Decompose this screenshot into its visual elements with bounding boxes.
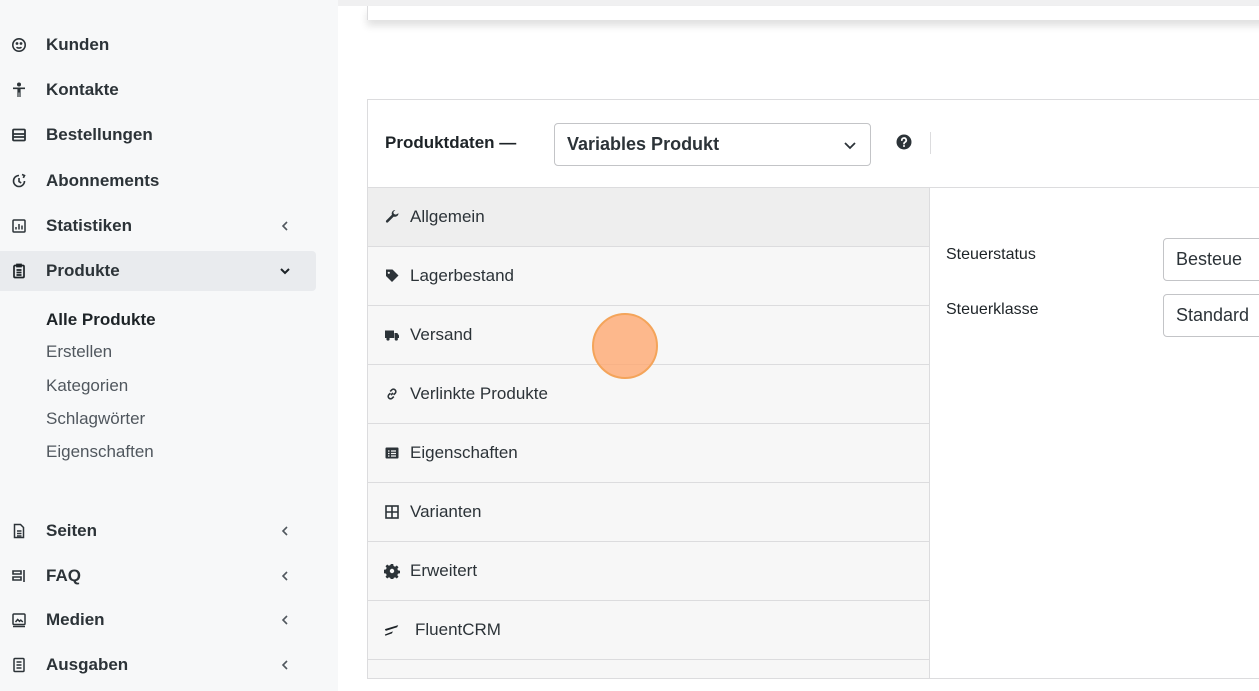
sidebar-item-kontakte[interactable]: Kontakte xyxy=(0,70,316,110)
tab-eigenschaften[interactable]: Eigenschaften xyxy=(368,424,929,483)
wrench-icon xyxy=(383,208,401,226)
submenu-item-alle-produkte[interactable]: Alle Produkte xyxy=(46,310,156,330)
sidebar-item-medien[interactable]: Medien xyxy=(0,600,316,640)
sidebar-item-bestellungen[interactable]: Bestellungen xyxy=(0,115,316,155)
sidebar-item-label: FAQ xyxy=(46,566,81,585)
sidebar-item-label: Statistiken xyxy=(46,216,132,235)
tab-versand[interactable]: Versand xyxy=(368,306,929,365)
sidebar-item-kunden[interactable]: Kunden xyxy=(0,25,316,65)
product-type-value: Variables Produkt xyxy=(567,134,720,154)
product-data-metabox: Produktdaten — Variables Produkt Allgeme… xyxy=(367,99,1259,679)
product-type-select[interactable]: Variables Produkt xyxy=(554,123,871,166)
main-content: Produktdaten — Variables Produkt Allgeme… xyxy=(338,0,1259,691)
chevron-left-icon xyxy=(278,656,292,674)
tab-label: Versand xyxy=(410,325,473,344)
tab-label: Lagerbestand xyxy=(410,266,514,285)
tax-status-value: Besteue xyxy=(1176,249,1243,269)
sidebar-item-produkte[interactable]: Produkte xyxy=(0,251,316,291)
chevron-left-icon xyxy=(278,217,292,235)
tab-label: Eigenschaften xyxy=(410,443,518,462)
header-divider xyxy=(930,132,931,154)
sidebar-item-abonnements[interactable]: Abonnements xyxy=(0,161,316,201)
tab-erweitert[interactable]: Erweitert xyxy=(368,542,929,601)
subscriptions-icon xyxy=(9,171,29,191)
orders-icon xyxy=(9,125,29,145)
chevron-left-icon xyxy=(278,522,292,540)
tax-status-select[interactable]: Besteue xyxy=(1163,238,1259,281)
media-icon xyxy=(9,610,29,630)
page-icon xyxy=(9,521,29,541)
sidebar-item-statistiken[interactable]: Statistiken xyxy=(0,206,316,246)
expenses-icon xyxy=(9,655,29,675)
previous-metabox-edge xyxy=(367,6,1259,20)
chevron-down-icon xyxy=(844,142,856,150)
chevron-left-icon xyxy=(278,611,292,629)
tab-label: Varianten xyxy=(410,502,482,521)
submenu-item-eigenschaften[interactable]: Eigenschaften xyxy=(46,442,154,462)
tab-verlinkte-produkte[interactable]: Verlinkte Produkte xyxy=(368,365,929,424)
tab-lagerbestand[interactable]: Lagerbestand xyxy=(368,247,929,306)
tax-class-value: Standard xyxy=(1176,305,1250,325)
link-icon xyxy=(383,385,401,403)
submenu-item-erstellen[interactable]: Erstellen xyxy=(46,342,112,362)
fluentcrm-icon xyxy=(383,621,401,639)
grid-icon xyxy=(383,503,401,521)
tab-fluentcrm[interactable]: FluentCRM xyxy=(368,601,929,660)
faq-icon xyxy=(9,566,29,586)
sidebar-item-label: Medien xyxy=(46,610,105,629)
list-icon xyxy=(383,444,401,462)
sidebar-item-label: Bestellungen xyxy=(46,125,153,144)
sidebar-item-label: Abonnements xyxy=(46,171,160,190)
gear-icon xyxy=(383,562,401,580)
tag-icon xyxy=(383,267,401,285)
tab-label: Verlinkte Produkte xyxy=(410,384,548,403)
tab-label: FluentCRM xyxy=(415,620,501,639)
person-icon xyxy=(9,80,29,100)
submenu-item-kategorien[interactable]: Kategorien xyxy=(46,376,128,396)
product-icon xyxy=(9,261,29,281)
product-data-header: Produktdaten — Variables Produkt xyxy=(368,100,1259,188)
sidebar-item-faq[interactable]: FAQ xyxy=(0,556,316,596)
sidebar-item-label: Kunden xyxy=(46,35,110,54)
chevron-down-icon xyxy=(278,262,292,280)
chevron-left-icon xyxy=(278,567,292,585)
tax-class-select[interactable]: Standard xyxy=(1163,294,1259,337)
general-fields: Steuerstatus Besteue Steuerklasse Standa… xyxy=(930,188,1259,678)
sidebar-item-label: Kontakte xyxy=(46,80,119,99)
submenu-item-schlagwoerter[interactable]: Schlagwörter xyxy=(46,409,145,429)
product-data-title: Produktdaten — xyxy=(385,133,517,152)
question-circle-icon[interactable] xyxy=(896,134,912,150)
sidebar-item-ausgaben[interactable]: Ausgaben xyxy=(0,645,316,685)
product-data-tabs: Allgemein Lagerbestand Versand Verlinkte… xyxy=(368,188,930,678)
tab-label: Allgemein xyxy=(410,207,485,226)
sidebar-item-label: Ausgaben xyxy=(46,655,129,674)
customers-icon xyxy=(9,35,29,55)
sidebar-item-seiten[interactable]: Seiten xyxy=(0,511,316,551)
truck-icon xyxy=(383,326,401,344)
tax-class-label: Steuerklasse xyxy=(946,301,1039,318)
chart-icon xyxy=(9,216,29,236)
sidebar-item-label: Produkte xyxy=(46,261,120,280)
tab-allgemein[interactable]: Allgemein xyxy=(368,188,929,247)
tab-varianten[interactable]: Varianten xyxy=(368,483,929,542)
sidebar-item-label: Seiten xyxy=(46,521,98,540)
admin-sidebar: Kunden Kontakte Bestellungen Abonnements… xyxy=(0,0,338,691)
tax-status-label: Steuerstatus xyxy=(946,246,1036,263)
tab-label: Erweitert xyxy=(410,561,478,580)
